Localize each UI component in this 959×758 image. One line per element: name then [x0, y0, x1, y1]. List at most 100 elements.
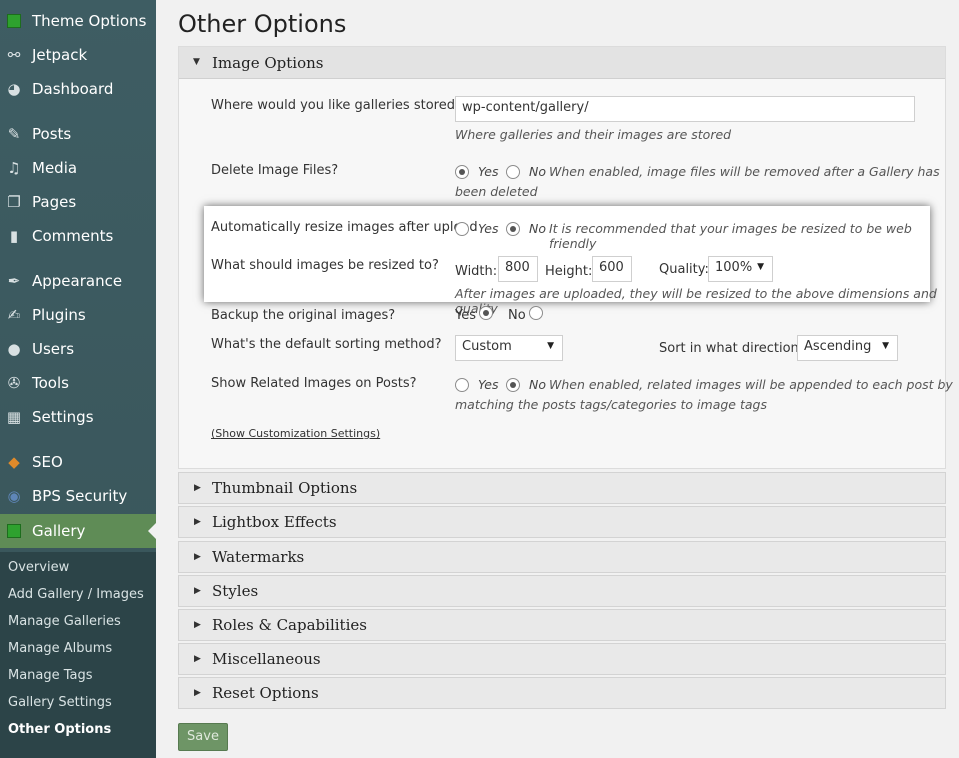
delete-files-label: Delete Image Files? [211, 163, 339, 178]
menu-item-gallery[interactable]: Gallery [0, 514, 156, 548]
submenu-manage-galleries[interactable]: Manage Galleries [8, 614, 121, 629]
caret-right-icon: ▶ [194, 517, 201, 527]
menu-label: BPS Security [32, 487, 128, 505]
delete-yes-radio[interactable] [455, 165, 469, 179]
related-yes-radio[interactable] [455, 378, 469, 392]
menu-label: Dashboard [32, 80, 114, 98]
submenu-other-options[interactable]: Other Options [8, 722, 111, 737]
resize-to-label: What should images be resized to? [211, 258, 439, 273]
menu-item-theme-options[interactable]: Theme Options [0, 4, 156, 38]
delete-no-label: No [529, 164, 546, 179]
menu-item-seo[interactable]: ◆ SEO [0, 445, 156, 479]
admin-sidebar: Theme Options ⚯ Jetpack ◕ Dashboard ✎ Po… [0, 0, 156, 758]
sort-method-label: What's the default sorting method? [211, 337, 442, 352]
sort-direction-label: Sort in what direction? [659, 341, 806, 356]
settings-icon: ▦ [6, 408, 22, 426]
show-customization-link[interactable]: (Show Customization Settings) [211, 427, 380, 440]
section-title: Thumbnail Options [212, 479, 358, 497]
resize-no-radio[interactable] [506, 222, 520, 236]
sort-direction-select[interactable]: Ascending ▼ [797, 335, 898, 361]
menu-label: Posts [32, 125, 72, 143]
menu-item-media[interactable]: ♫ Media [0, 151, 156, 185]
submenu-gallery-settings[interactable]: Gallery Settings [8, 695, 112, 710]
gallery-path-label: Where would you like galleries stored? [211, 98, 462, 113]
submenu-manage-tags[interactable]: Manage Tags [8, 668, 93, 683]
menu-item-comments[interactable]: ▮ Comments [0, 219, 156, 253]
submenu-overview[interactable]: Overview [8, 560, 69, 575]
menu-item-bps-security[interactable]: ◉ BPS Security [0, 479, 156, 513]
resize-yes-radio[interactable] [455, 222, 469, 236]
gallery-path-input[interactable]: wp-content/gallery/ [455, 96, 915, 122]
backup-no-label: No [508, 308, 526, 323]
menu-item-pages[interactable]: ❐ Pages [0, 185, 156, 219]
dashboard-icon: ◕ [7, 80, 21, 98]
menu-item-settings[interactable]: ▦ Settings [0, 400, 156, 434]
quality-select[interactable]: 100% ▼ [708, 256, 773, 282]
caret-right-icon: ▶ [194, 654, 201, 664]
caret-right-icon: ▶ [194, 483, 201, 493]
related-description-2: matching the posts tags/categories to im… [455, 397, 767, 412]
menu-label: Appearance [32, 272, 123, 290]
menu-item-plugins[interactable]: ✍ Plugins [0, 298, 156, 332]
submenu-add-gallery-images[interactable]: Add Gallery / Images [8, 587, 144, 602]
backup-yes-radio[interactable] [479, 306, 493, 320]
height-input[interactable]: 600 [592, 256, 632, 282]
menu-label: Theme Options [32, 12, 147, 30]
menu-label: Comments [32, 227, 114, 245]
menu-item-posts[interactable]: ✎ Posts [0, 117, 156, 151]
related-images-label: Show Related Images on Posts? [211, 376, 417, 391]
menu-label: Tools [32, 374, 69, 392]
media-icon: ♫ [7, 159, 21, 177]
section-styles[interactable]: ▶ Styles [178, 575, 946, 607]
delete-description-1: When enabled, image files will be remove… [549, 164, 940, 179]
menu-item-tools[interactable]: ✇ Tools [0, 366, 156, 400]
gallery-path-description: Where galleries and their images are sto… [455, 127, 732, 142]
menu-label: Gallery [32, 522, 86, 540]
related-no-radio[interactable] [506, 378, 520, 392]
menu-item-appearance[interactable]: ✒ Appearance [0, 264, 156, 298]
page-title: Other Options [178, 10, 347, 38]
gallery-icon [5, 522, 23, 540]
menu-label: Media [32, 159, 78, 177]
bps-security-icon: ◉ [7, 487, 21, 505]
backup-yes-label: Yes [455, 308, 476, 323]
delete-yes-label: Yes [478, 164, 499, 179]
image-options-header[interactable]: ▼ Image Options [179, 47, 945, 79]
plugin-icon: ✍ [7, 306, 21, 324]
save-button[interactable]: Save [178, 723, 228, 751]
caret-right-icon: ▶ [194, 552, 201, 562]
section-lightbox-effects[interactable]: ▶ Lightbox Effects [178, 506, 946, 538]
dropdown-caret-icon: ▼ [882, 341, 889, 351]
dropdown-caret-icon: ▼ [757, 262, 764, 272]
comments-icon: ▮ [9, 227, 19, 245]
caret-right-icon: ▶ [194, 688, 201, 698]
menu-item-jetpack[interactable]: ⚯ Jetpack [0, 38, 156, 72]
section-thumbnail-options[interactable]: ▶ Thumbnail Options [178, 472, 946, 504]
section-title: Watermarks [212, 548, 305, 566]
section-title: Roles & Capabilities [212, 616, 367, 634]
width-input[interactable]: 800 [498, 256, 538, 282]
menu-label: Users [32, 340, 75, 358]
section-reset-options[interactable]: ▶ Reset Options [178, 677, 946, 709]
delete-description-2: been deleted [455, 184, 538, 199]
resize-description: It is recommended that your images be re… [549, 221, 912, 251]
section-miscellaneous[interactable]: ▶ Miscellaneous [178, 643, 946, 675]
height-label: Height: [545, 264, 593, 279]
menu-item-users[interactable]: ● Users [0, 332, 156, 366]
section-roles-capabilities[interactable]: ▶ Roles & Capabilities [178, 609, 946, 641]
theme-options-icon [5, 12, 23, 30]
submenu-manage-albums[interactable]: Manage Albums [8, 641, 112, 656]
caret-down-icon: ▼ [193, 57, 200, 67]
backup-no-radio[interactable] [529, 306, 543, 320]
caret-right-icon: ▶ [194, 586, 201, 596]
menu-label: Plugins [32, 306, 86, 324]
resize-no-label: No [529, 221, 546, 236]
related-description-1: When enabled, related images will be app… [549, 377, 953, 392]
pages-icon: ❐ [7, 193, 21, 211]
brush-icon: ✒ [7, 272, 21, 290]
section-watermarks[interactable]: ▶ Watermarks [178, 541, 946, 573]
delete-no-radio[interactable] [506, 165, 520, 179]
sort-method-select[interactable]: Custom ▼ [455, 335, 563, 361]
image-options-title: Image Options [212, 54, 324, 72]
menu-item-dashboard[interactable]: ◕ Dashboard [0, 72, 156, 106]
